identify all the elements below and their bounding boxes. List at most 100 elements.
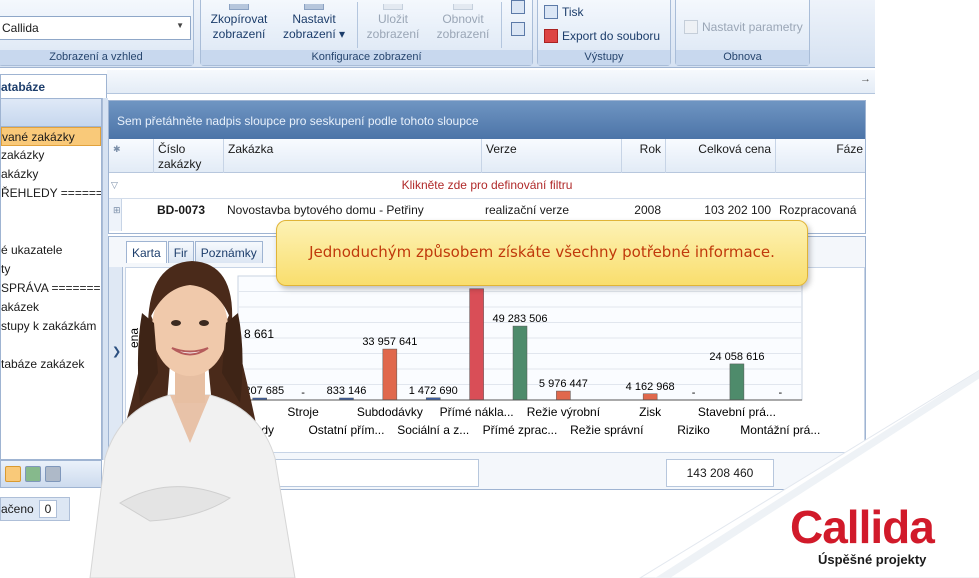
callida-logo: Callida xyxy=(790,501,935,553)
data-label: 33 957 641 xyxy=(362,336,417,348)
sidebar-item[interactable]: akázky xyxy=(1,165,101,184)
view-combo[interactable]: Callida ▼ xyxy=(0,16,191,40)
sidebar-item[interactable] xyxy=(1,203,101,222)
chart-bar xyxy=(469,288,484,401)
chart-bar xyxy=(556,390,571,401)
status-count: 0 xyxy=(39,500,57,518)
export-label: Export do souboru xyxy=(562,29,661,43)
column-header-cislo-2: zakázky xyxy=(158,157,202,171)
settings-icon xyxy=(304,4,324,10)
ribbon-group-restore: Nastavit parametry Obnova xyxy=(675,0,810,66)
ribbon: Callida ▼ Zobrazení a vzhled Zkopírovat … xyxy=(0,0,875,68)
column-chooser-icon[interactable]: ✱ xyxy=(109,139,123,173)
cell-cena: 103 202 100 xyxy=(704,203,771,217)
print-label: Tisk xyxy=(562,5,584,19)
set-view-button[interactable]: Nastavit zobrazení ▾ xyxy=(279,4,349,42)
copy-icon xyxy=(229,4,249,10)
column-header-cena[interactable]: Celková cena xyxy=(665,139,775,173)
ribbon-group-config: Zkopírovat zobrazení Nastavit zobrazení … xyxy=(200,0,533,66)
cell-cislo: BD-0073 xyxy=(157,203,206,217)
content-header-bar: → xyxy=(107,70,875,94)
x-tick-label: Přímé nákla... xyxy=(440,405,514,419)
sidebar-item[interactable] xyxy=(1,222,101,241)
column-header-zakazka[interactable]: Zakázka xyxy=(223,139,481,173)
printer-icon xyxy=(544,5,558,19)
data-label: 24 058 616 xyxy=(709,351,764,363)
set-view-label-1: Nastavit xyxy=(292,12,336,26)
data-label: - xyxy=(301,387,305,399)
save-icon xyxy=(383,4,403,10)
wrench-icon[interactable] xyxy=(45,466,61,482)
group-title-restore: Obnova xyxy=(676,50,809,65)
group-title-view: Zobrazení a vzhled xyxy=(0,50,193,65)
parameters-icon xyxy=(684,20,698,34)
arrow-right-icon[interactable]: → xyxy=(860,73,871,85)
export-icon xyxy=(544,29,558,43)
save-view-label-2: zobrazení xyxy=(366,27,420,41)
chart-bar xyxy=(382,348,398,401)
cell-rok: 2008 xyxy=(634,203,661,217)
filter-icon: ▽ xyxy=(111,180,118,190)
data-label: 833 146 xyxy=(327,385,367,397)
database-icon[interactable] xyxy=(25,466,41,482)
info-callout: Jednoduchým způsobem získáte všechny pot… xyxy=(276,220,808,286)
save-view-label-1: Uložit xyxy=(377,12,408,26)
cell-zakazka: Novostavba bytového domu - Petřiny xyxy=(227,203,424,217)
presenter-photo xyxy=(89,261,296,578)
chart-bar xyxy=(512,325,528,401)
view-combo-value: Callida xyxy=(2,21,39,35)
chevron-down-icon[interactable]: ▼ xyxy=(176,21,184,30)
x-tick-label: Přímé zprac... xyxy=(483,423,558,437)
save-view-button[interactable]: Uložit zobrazení xyxy=(363,4,423,42)
divider xyxy=(501,2,502,48)
x-tick-label: Ostatní přím... xyxy=(308,423,384,437)
x-tick-label: Režie výrobní xyxy=(527,405,601,419)
set-params-button[interactable]: Nastavit parametry xyxy=(684,20,803,34)
column-header-cislo[interactable]: Číslo zakázky xyxy=(153,139,223,173)
print-button[interactable]: Tisk xyxy=(544,5,584,19)
x-tick-label: Sociální a z... xyxy=(397,423,469,437)
navigation-panel-header xyxy=(1,99,101,127)
column-header-faze[interactable]: Fáze xyxy=(775,139,865,173)
cell-faze-1: Rozpracovaná xyxy=(779,203,857,217)
data-grid: Sem přetáhněte nadpis sloupce pro seskup… xyxy=(108,100,866,234)
cell-verze: realizační verze xyxy=(485,203,570,217)
set-view-label-2: zobrazení ▾ xyxy=(282,27,346,41)
data-label: 1 472 690 xyxy=(409,385,458,397)
export-button[interactable]: Export do souboru xyxy=(544,29,660,43)
divider xyxy=(357,2,358,48)
group-by-area[interactable]: Sem přetáhněte nadpis sloupce pro seskup… xyxy=(109,101,865,139)
group-title-config: Konfigurace zobrazení xyxy=(201,50,532,65)
refresh-icon xyxy=(453,4,473,10)
column-header-verze[interactable]: Verze xyxy=(481,139,621,173)
ribbon-group-output: Tisk Export do souboru Výstupy xyxy=(537,0,671,66)
column-header-row: ✱ Číslo zakázky Zakázka Verze Rok Celkov… xyxy=(109,139,865,173)
data-label: 49 283 506 xyxy=(492,313,547,325)
view-manager-icon[interactable] xyxy=(511,22,525,36)
refresh-view-label-1: Obnovit xyxy=(442,12,484,26)
filter-hint: Klikněte zde pro definování filtru xyxy=(401,178,573,192)
ribbon-group-view: Callida ▼ Zobrazení a vzhled xyxy=(0,0,194,66)
refresh-view-button[interactable]: Obnovit zobrazení xyxy=(433,4,493,42)
sidebar-item[interactable]: vané zakázky xyxy=(1,127,101,146)
status-bar: ačeno 0 xyxy=(0,497,70,521)
row-expand-icon[interactable]: ⊞ xyxy=(109,199,122,231)
sidebar-item[interactable]: ŘEHLEDY ====== xyxy=(1,184,101,203)
sidebar-item[interactable]: zakázky xyxy=(1,146,101,165)
view-options-icon[interactable] xyxy=(511,0,525,14)
data-label: 5 976 447 xyxy=(539,378,588,390)
column-header-rok[interactable]: Rok xyxy=(621,139,665,173)
home-icon[interactable] xyxy=(5,466,21,482)
group-title-output: Výstupy xyxy=(538,50,670,65)
column-header-cislo-1: Číslo xyxy=(158,142,186,156)
copy-view-label-1: Zkopírovat xyxy=(210,12,268,26)
refresh-view-label-2: zobrazení xyxy=(436,27,490,41)
tab-database[interactable]: atabáze xyxy=(0,74,107,98)
filter-row[interactable]: ▽ Klikněte zde pro definování filtru xyxy=(109,173,865,199)
copy-view-label-2: zobrazení xyxy=(212,27,266,41)
set-params-label: Nastavit parametry xyxy=(702,20,803,34)
brand-slogan: Úspěšné projekty xyxy=(818,552,927,567)
status-text: ačeno xyxy=(1,502,34,516)
copy-view-button[interactable]: Zkopírovat zobrazení xyxy=(209,4,269,42)
x-tick-label: Subdodávky xyxy=(357,405,423,419)
